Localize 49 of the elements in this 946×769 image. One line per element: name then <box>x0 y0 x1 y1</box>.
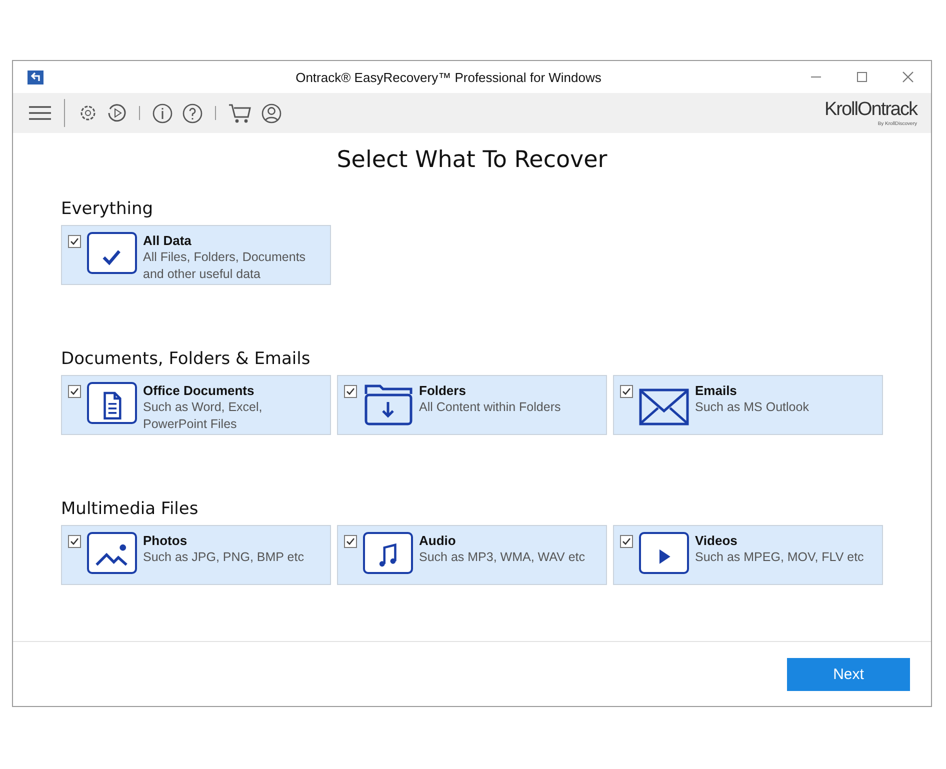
option-title: Folders <box>419 383 467 399</box>
option-title: Photos <box>143 533 188 549</box>
option-card[interactable]: Emails Such as MS Outlook <box>613 375 883 435</box>
check-icon <box>87 232 137 274</box>
checkbox[interactable] <box>344 385 357 398</box>
checkbox[interactable] <box>620 535 633 548</box>
back-icon[interactable] <box>27 70 44 84</box>
option-title: All Data <box>143 233 192 249</box>
checkbox[interactable] <box>344 535 357 548</box>
option-description: Such as MP3, WMA, WAV etc <box>419 549 586 566</box>
photo-icon <box>87 532 137 574</box>
folder-icon <box>363 382 413 428</box>
checkbox[interactable] <box>68 235 81 248</box>
user-icon[interactable] <box>261 102 282 124</box>
window-title: Ontrack® EasyRecovery™ Professional for Windows <box>294 70 602 84</box>
option-description: Such as MPEG, MOV, FLV etc <box>695 549 865 566</box>
option-description: Such as JPG, PNG, BMP etc <box>143 549 305 566</box>
help-icon[interactable] <box>182 102 203 124</box>
option-card[interactable]: Videos Such as MPEG, MOV, FLV etc <box>613 525 883 585</box>
option-card[interactable]: Folders All Content within Folders <box>337 375 607 435</box>
document-icon <box>87 382 137 424</box>
replay-icon[interactable] <box>107 103 127 123</box>
checkbox[interactable] <box>68 385 81 398</box>
info-icon[interactable] <box>152 102 173 124</box>
option-description: Such as MS Outlook <box>695 399 810 416</box>
option-title: Office Documents <box>143 383 256 399</box>
checkbox[interactable] <box>68 535 81 548</box>
music-icon <box>363 532 413 574</box>
section-title: Documents, Folders & Emails <box>61 349 312 369</box>
section-title: Multimedia Files <box>61 499 200 519</box>
option-title: Videos <box>695 533 738 549</box>
menu-icon[interactable] <box>29 106 51 120</box>
option-card[interactable]: Audio Such as MP3, WMA, WAV etc <box>337 525 607 585</box>
page-heading: Select What To Recover <box>336 147 608 173</box>
option-description: Such as Word, Excel, PowerPoint Files <box>143 399 264 433</box>
option-card[interactable]: All Data All Files, Folders, Documents and other useful data <box>61 225 331 285</box>
section-title: Everything <box>61 199 154 219</box>
cart-icon[interactable] <box>228 102 252 124</box>
settings-icon[interactable] <box>78 103 98 123</box>
option-card[interactable]: Photos Such as JPG, PNG, BMP etc <box>61 525 331 585</box>
option-description: All Files, Folders, Documents and other useful data <box>143 249 307 283</box>
option-description: All Content within Folders <box>419 399 562 416</box>
brand-logo: KrollOntrack <box>824 99 917 121</box>
next-button[interactable]: Next <box>787 658 910 690</box>
checkbox[interactable] <box>620 385 633 398</box>
option-card[interactable]: Office Documents Such as Word, Excel, PowerPoint Files <box>61 375 331 435</box>
video-icon <box>639 532 689 574</box>
option-title: Emails <box>695 383 738 399</box>
option-title: Audio <box>419 533 457 549</box>
